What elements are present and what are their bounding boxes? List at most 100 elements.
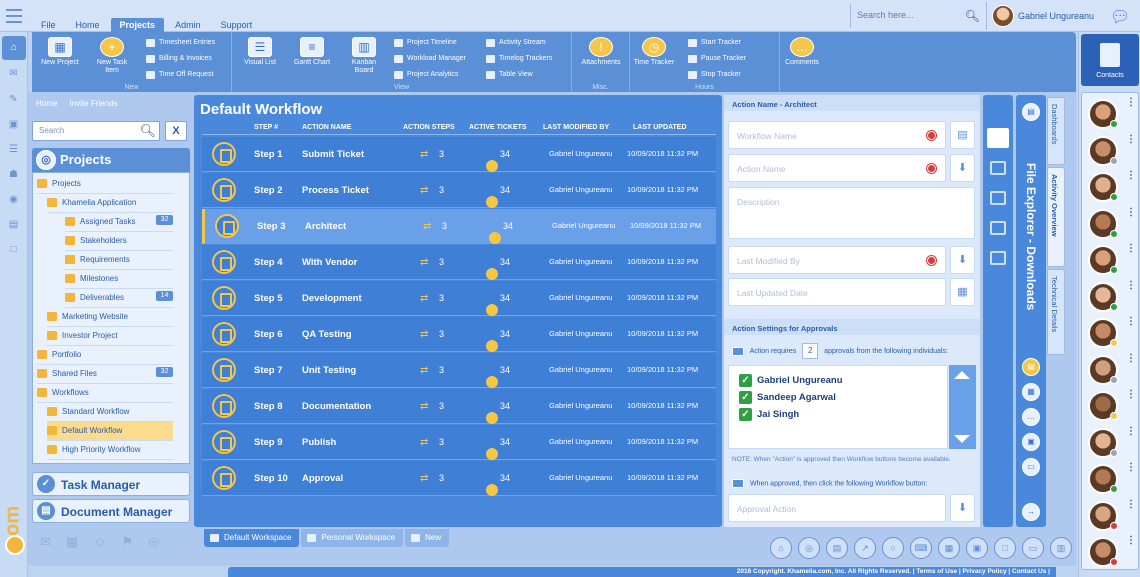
gantt-chart-button[interactable]: ≡ Gantt Chart — [290, 37, 334, 67]
calculator-icon[interactable]: ▣ — [966, 537, 988, 559]
last-updated-field[interactable]: Last Updated Date — [728, 278, 946, 306]
sidebar-invite-link[interactable]: Invite Friends — [70, 99, 118, 108]
comments-button[interactable]: … Comments — [780, 37, 824, 67]
project-analytics-button[interactable]: Project Analytics — [394, 69, 458, 81]
project-tree-item[interactable]: Projects — [37, 175, 173, 194]
contact-avatar[interactable] — [1088, 318, 1118, 348]
column-last-updated[interactable]: LAST UPDATED — [633, 124, 687, 131]
mail-icon[interactable]: ✉ — [40, 534, 51, 550]
time-tracker-button[interactable]: ◷ Time Tracker — [632, 37, 676, 67]
contact-menu-icon[interactable]: ⋮ — [1126, 499, 1136, 509]
start-tracker-button[interactable]: Start Tracker — [688, 37, 741, 49]
tab-support[interactable]: Support — [212, 18, 262, 32]
contact-avatar[interactable] — [1088, 464, 1118, 494]
column-action-name[interactable]: ACTION NAME — [302, 124, 351, 131]
action-name-field[interactable]: Action Name — [728, 154, 946, 182]
pause-tracker-button[interactable]: Pause Tracker — [688, 53, 746, 65]
scroll-up-icon[interactable] — [954, 371, 970, 379]
table-row[interactable]: Step 8 Documentation ⇄ 3 ⚡ 34 Gabriel Ungurean… — [202, 389, 716, 424]
project-tree-item[interactable]: Shared Files 32 — [37, 365, 173, 384]
sidebar-search-input[interactable]: Search 🔍︎ — [32, 121, 160, 141]
list-icon[interactable]: ☰ — [7, 144, 20, 155]
column-last-modified-by[interactable]: LAST MODIFIED BY — [543, 124, 609, 131]
sidebar-home-link[interactable]: Home — [36, 99, 57, 108]
grid-icon[interactable]: ▦ — [938, 537, 960, 559]
contact-avatar[interactable] — [1088, 537, 1118, 567]
chat-icon[interactable]: 💬︎ — [1110, 7, 1130, 27]
contact-avatar[interactable] — [1088, 208, 1118, 239]
contact-avatar[interactable] — [1088, 99, 1118, 129]
contact-menu-icon[interactable]: ⋮ — [1126, 280, 1136, 290]
tab-default-workspace[interactable]: Default Workspace — [204, 529, 300, 547]
new-task-item-button[interactable]: + New Task Item — [90, 37, 134, 75]
notes-icon[interactable]: □ — [994, 537, 1016, 559]
project-tree-item[interactable]: Requirements — [65, 251, 173, 270]
file-icon[interactable]: ▤ — [7, 219, 20, 230]
people-icon[interactable]: ☺ — [93, 534, 106, 550]
contact-avatar[interactable] — [1088, 281, 1118, 312]
contact-avatar[interactable] — [1088, 354, 1118, 385]
contact-menu-icon[interactable]: ⋮ — [1126, 426, 1136, 436]
page-icon[interactable] — [990, 251, 1006, 265]
contact-avatar[interactable] — [1088, 172, 1118, 202]
project-tree-item[interactable]: Stakeholders — [65, 232, 173, 251]
keyboard-icon[interactable]: ⌨ — [910, 537, 932, 559]
logo-icon[interactable] — [5, 535, 25, 555]
contact-menu-icon[interactable]: ⋮ — [1126, 353, 1136, 363]
last-modified-field[interactable]: Last Modified By — [728, 246, 946, 274]
project-tree-item[interactable]: Milestones — [65, 270, 173, 289]
tab-dashboards[interactable]: Dashboards — [1047, 97, 1065, 165]
project-tree-item[interactable]: Assigned Tasks 32 — [65, 213, 173, 232]
table-row[interactable]: Step 2 Process Ticket ⇄ 3 ⚡ 34 Gabriel Ungurea… — [202, 173, 716, 208]
home-icon[interactable]: ⌂ — [770, 537, 792, 559]
requires-checkbox[interactable] — [732, 346, 744, 356]
contact-menu-icon[interactable]: ⋮ — [1126, 207, 1136, 217]
share-icon[interactable]: ↗ — [854, 537, 876, 559]
global-search-input[interactable]: Search here... 🔍︎ — [850, 4, 986, 28]
new-project-button[interactable]: ▦ New Project — [38, 37, 82, 67]
document-icon[interactable]: □ — [7, 244, 20, 255]
tab-file[interactable]: File — [32, 18, 65, 32]
stop-tracker-button[interactable]: Stop Tracker — [688, 69, 741, 81]
workload-manager-button[interactable]: Workload Manager — [394, 53, 466, 65]
mail-icon[interactable]: ✉ — [7, 68, 20, 79]
book-icon[interactable]: ▤ — [826, 537, 848, 559]
tab-home[interactable]: Home — [67, 18, 109, 32]
visual-list-button[interactable]: ☰ Visual List — [238, 37, 282, 67]
project-tree-item[interactable]: Deliverables 14 — [65, 289, 173, 308]
contact-avatar[interactable] — [1088, 245, 1118, 275]
project-tree-item[interactable]: Default Workflow — [47, 422, 173, 441]
briefcase-icon[interactable]: ▣ — [7, 119, 20, 130]
approvers-scrollbar[interactable] — [949, 365, 976, 449]
contact-avatar[interactable] — [1088, 391, 1118, 421]
project-timeline-button[interactable]: Project Timeline — [394, 37, 457, 49]
table-row[interactable]: Step 5 Development ⇄ 3 ⚡ 34 Gabriel Ungureanu 1… — [202, 281, 716, 316]
contact-menu-icon[interactable]: ⋮ — [1126, 536, 1136, 546]
project-tree-item[interactable]: Marketing Website — [47, 308, 173, 327]
contact-menu-icon[interactable]: ⋮ — [1126, 98, 1136, 108]
contacts-button[interactable]: Contacts — [1081, 34, 1139, 86]
contact-menu-icon[interactable]: ⋮ — [1126, 244, 1136, 254]
scroll-down-icon[interactable] — [954, 435, 970, 443]
tab-new-workspace[interactable]: New — [405, 529, 450, 547]
search-icon[interactable]: 🔍︎ — [965, 9, 980, 23]
search-icon[interactable]: 🔍︎ — [139, 123, 156, 139]
contact-avatar[interactable] — [1088, 427, 1118, 458]
timesheet-entries-button[interactable]: Timesheet Entries — [146, 37, 215, 49]
file-explorer-icon[interactable]: ▤ — [1022, 103, 1040, 121]
image-icon[interactable]: ▦ — [1022, 383, 1040, 401]
hamburger-menu-icon[interactable] — [6, 9, 22, 23]
table-row[interactable]: Step 4 With Vendor ⇄ 3 ⚡ 34 Gabriel Ungureanu 1… — [202, 245, 716, 280]
clipboard-icon[interactable] — [990, 191, 1006, 205]
clear-search-button[interactable]: X — [165, 121, 187, 141]
attachment-icon[interactable]: ▤ — [1022, 358, 1040, 376]
billing-invoices-button[interactable]: Billing & Invoices — [146, 53, 212, 65]
tab-projects[interactable]: Projects — [110, 18, 165, 32]
approval-count-input[interactable]: 2 — [802, 343, 819, 359]
home-icon[interactable]: ⌂ — [2, 36, 26, 60]
building-icon[interactable]: ☗ — [7, 169, 20, 180]
warning-icon[interactable] — [990, 221, 1006, 235]
workflow-name-button[interactable]: ▤ — [950, 121, 975, 149]
column-step[interactable]: STEP # — [254, 124, 278, 131]
search-icon[interactable]: ○ — [882, 537, 904, 559]
